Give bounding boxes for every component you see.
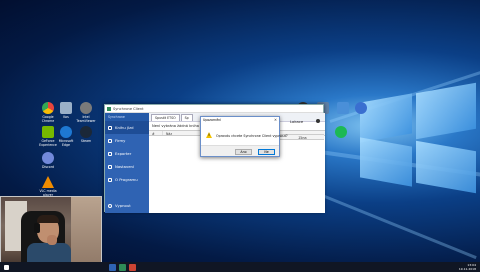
start-icon[interactable] xyxy=(4,264,9,270)
spotify-icon xyxy=(335,126,347,138)
column-header[interactable]: Náz xyxy=(163,131,203,136)
sidebar-item-vypnout[interactable]: Vypnout xyxy=(105,199,149,212)
app-sidebar: Synchrone Knihu jízd Firmy Exporter Nast… xyxy=(105,113,149,213)
system-tray-clock[interactable]: 13:04 19.11.2018 xyxy=(459,262,476,272)
sidebar-brand: Synchrone xyxy=(105,113,149,121)
sidebar-item-exporter[interactable]: Exporter xyxy=(105,147,149,160)
close-icon[interactable]: ✕ xyxy=(274,117,277,124)
gear-icon xyxy=(108,164,112,169)
dialog-title: Upozornění xyxy=(203,118,222,122)
sidebar-item-label: Firmy xyxy=(115,138,126,143)
edge-icon xyxy=(60,126,72,138)
desktop-icon-discord[interactable]: Discord xyxy=(35,152,61,169)
desktop-icon-label: Steam xyxy=(80,139,92,143)
confirm-dialog: Upozornění ✕ ! Opravdu chcete Synchrone … xyxy=(200,116,288,157)
sidebar-item-label: Nastavení xyxy=(115,164,135,169)
headset-icon xyxy=(34,223,40,233)
steam-icon xyxy=(80,126,92,138)
sidebar-item-label: Exporter xyxy=(115,151,132,156)
vlc-icon xyxy=(42,176,54,188)
light-beam xyxy=(299,185,477,260)
desktop-icon-label: Microsoft Edge xyxy=(58,139,74,147)
sidebar-item-firmy[interactable]: Firmy xyxy=(105,134,149,147)
info-icon xyxy=(108,177,112,182)
app-titlebar: Synchrone Client xyxy=(105,105,323,113)
taskbar-app-icon[interactable] xyxy=(129,263,136,271)
desktop-icon-steam[interactable]: Steam xyxy=(73,126,99,143)
webcam-person-hair xyxy=(37,215,59,223)
tab-secondary[interactable]: Sp xyxy=(180,114,193,121)
discord-icon xyxy=(42,152,54,164)
app-logo-icon xyxy=(107,107,111,111)
column-header[interactable]: # xyxy=(149,131,163,136)
dialog-body: ! Opravdu chcete Synchrone Client vypnou… xyxy=(201,124,288,146)
tab-spustit-etso[interactable]: Spustit ETSO xyxy=(151,114,180,121)
app-title: Synchrone Client xyxy=(113,107,144,111)
book-icon xyxy=(108,125,112,130)
desktop-icon-teamviewer[interactable]: Intel TeamViewer xyxy=(73,102,99,123)
sidebar-item-label: O Programu xyxy=(115,177,138,182)
desktop-icon-vlc[interactable]: VLC media player xyxy=(35,176,61,197)
webcam-wall xyxy=(71,197,101,269)
warning-icon-mark: ! xyxy=(208,133,210,138)
webcam-person-hand xyxy=(47,235,57,245)
app-icon xyxy=(355,102,367,114)
webcam-overlay xyxy=(0,196,102,270)
desktop-icon-app-right-4[interactable] xyxy=(348,102,374,115)
power-icon xyxy=(108,203,112,208)
right-panel-title: Lokace xyxy=(290,119,304,124)
export-icon xyxy=(108,151,112,156)
dialog-message: Opravdu chcete Synchrone Client vypnout? xyxy=(216,134,288,138)
recycle-bin-icon xyxy=(60,102,72,114)
gear-icon[interactable] xyxy=(316,119,320,123)
desktop-icon-label: Intel TeamViewer xyxy=(76,115,96,123)
sidebar-item-label: Knihu jízd xyxy=(115,125,134,130)
desktop-icon-spotify[interactable] xyxy=(328,126,354,139)
clock-date: 19.11.2018 xyxy=(458,267,476,271)
dialog-titlebar: Upozornění ✕ xyxy=(201,117,279,124)
sidebar-item-o-programu[interactable]: O Programu xyxy=(105,173,149,186)
sidebar-item-kniha-jizd[interactable]: Knihu jízd xyxy=(105,121,149,134)
taskbar-app-icon[interactable] xyxy=(119,263,126,271)
yes-button[interactable]: Ano xyxy=(235,149,252,155)
no-button[interactable]: Ne xyxy=(258,149,275,155)
teamviewer-icon xyxy=(80,102,92,114)
building-icon xyxy=(108,138,112,143)
sidebar-item-nastaveni[interactable]: Nastavení xyxy=(105,160,149,173)
desktop-icon-label: Discord xyxy=(42,165,54,169)
desktop-icon-label: Kos xyxy=(63,115,69,119)
dialog-buttons: Ano Ne xyxy=(201,146,279,155)
windows-logo xyxy=(360,82,478,194)
sidebar-item-label: Vypnout xyxy=(115,203,131,208)
taskbar: 13:04 19.11.2018 xyxy=(0,262,480,272)
taskbar-app-icon[interactable] xyxy=(109,263,116,271)
